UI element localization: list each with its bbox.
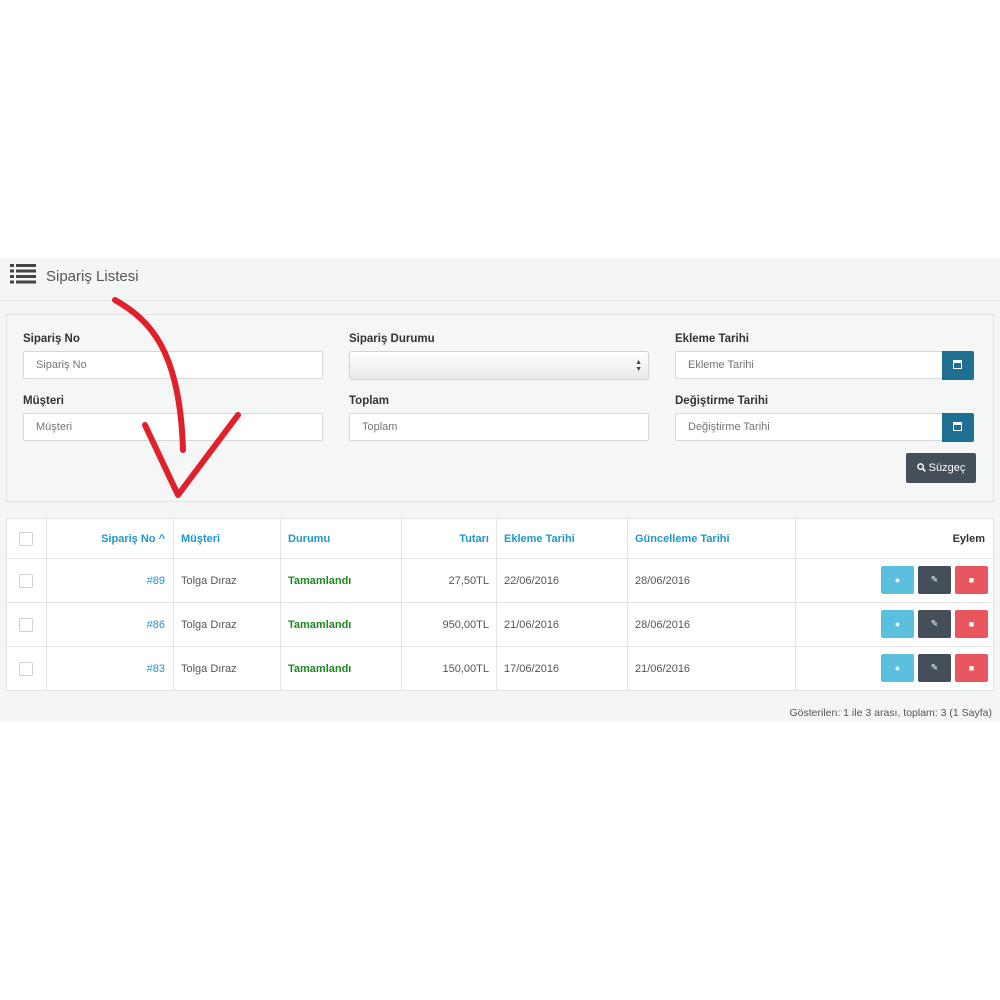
red-arrow-annotation: [112, 297, 241, 498]
